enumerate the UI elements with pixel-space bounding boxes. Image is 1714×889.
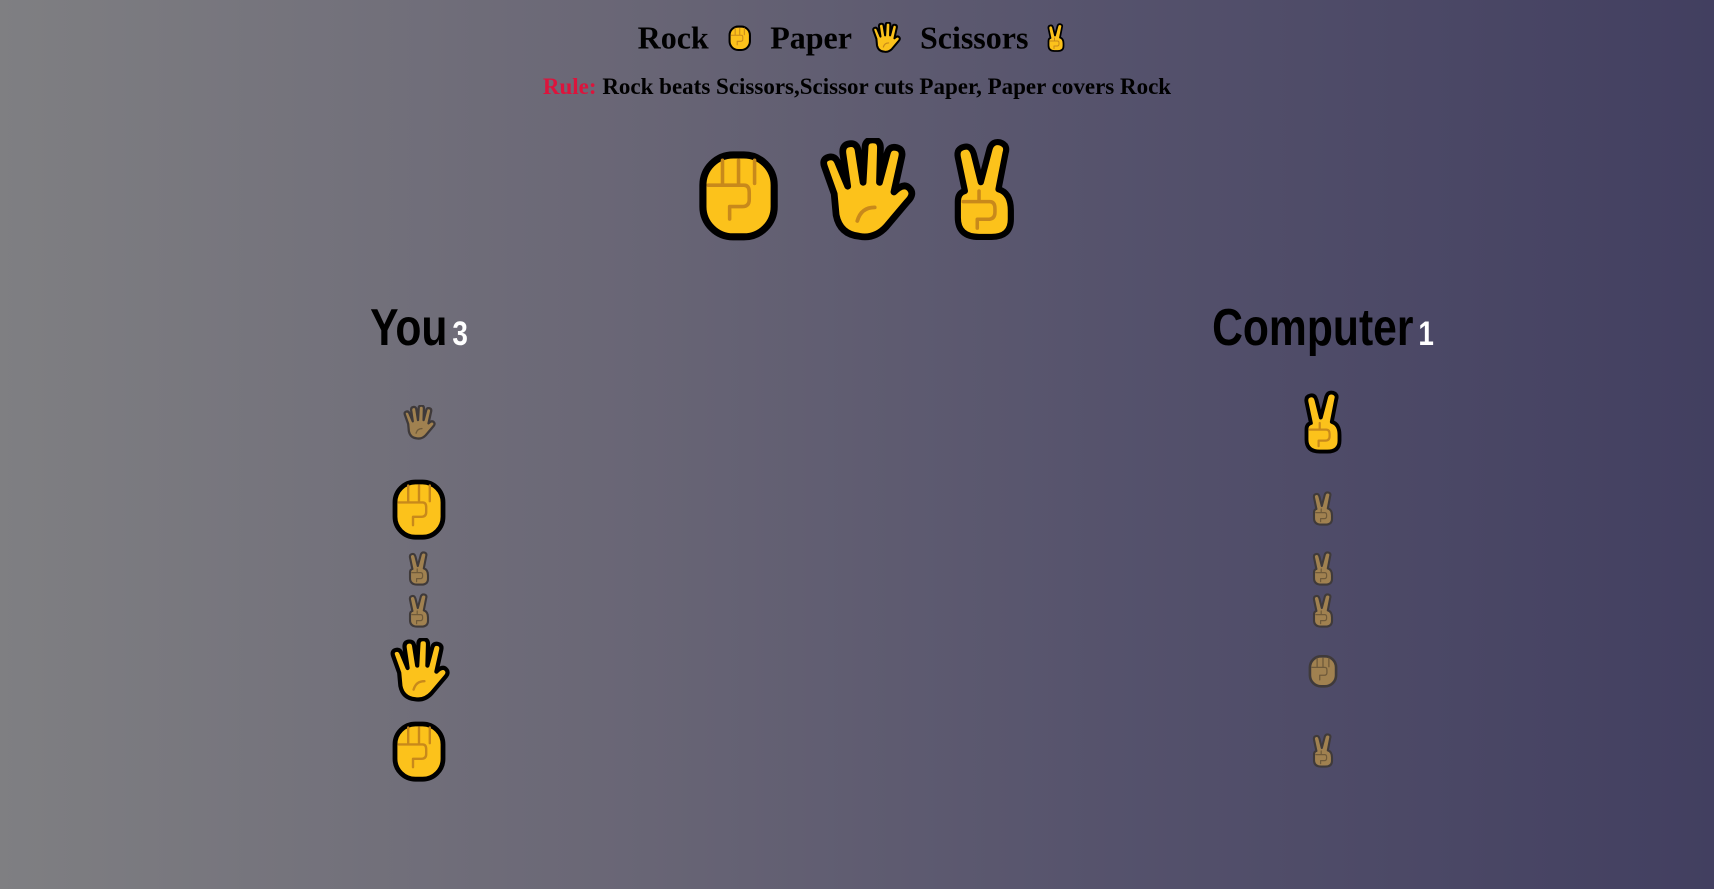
- scissors-icon: [1311, 593, 1335, 629]
- player-header: You 3: [247, 300, 591, 356]
- title-word-rock: Rock: [637, 19, 709, 56]
- paper-icon: [386, 638, 452, 704]
- rule-description: Rock beats Scissors,Scissor cuts Paper, …: [596, 74, 1172, 99]
- player-score: 3: [452, 315, 468, 353]
- computer-column: Computer 1: [1113, 300, 1533, 794]
- choice-buttons: [0, 138, 1714, 244]
- rule-text: Rule: Rock beats Scissors,Scissor cuts P…: [0, 72, 1714, 102]
- scissors-icon: [1301, 390, 1345, 456]
- rock-button[interactable]: [694, 146, 783, 244]
- player-name: You: [370, 299, 448, 357]
- title-word-scissors: Scissors: [919, 19, 1029, 56]
- paper-icon: [870, 21, 902, 54]
- computer-name: Computer: [1212, 299, 1414, 357]
- rule-label: Rule:: [542, 74, 597, 99]
- rock-icon: [389, 476, 449, 542]
- paper-icon: [401, 405, 437, 441]
- scissors-icon: [1046, 22, 1066, 53]
- player-move-history: [209, 364, 629, 794]
- rock-icon: [1307, 653, 1340, 689]
- title-word-paper: Paper: [770, 19, 852, 56]
- paper-button[interactable]: [813, 138, 919, 244]
- player-column: You 3: [209, 300, 629, 794]
- rock-icon: [727, 24, 753, 52]
- computer-score: 1: [1418, 315, 1434, 353]
- computer-header: Computer 1: [1151, 300, 1495, 356]
- scissors-button[interactable]: [949, 138, 1020, 244]
- rock-icon: [389, 718, 449, 784]
- scissors-icon: [407, 551, 431, 587]
- page-title: Rock Paper Scissors: [0, 14, 1714, 58]
- scissors-icon: [407, 593, 431, 629]
- scissors-icon: [1311, 551, 1335, 587]
- computer-move-history: [1113, 364, 1533, 794]
- scissors-icon: [1311, 733, 1335, 769]
- scissors-icon: [1311, 491, 1335, 527]
